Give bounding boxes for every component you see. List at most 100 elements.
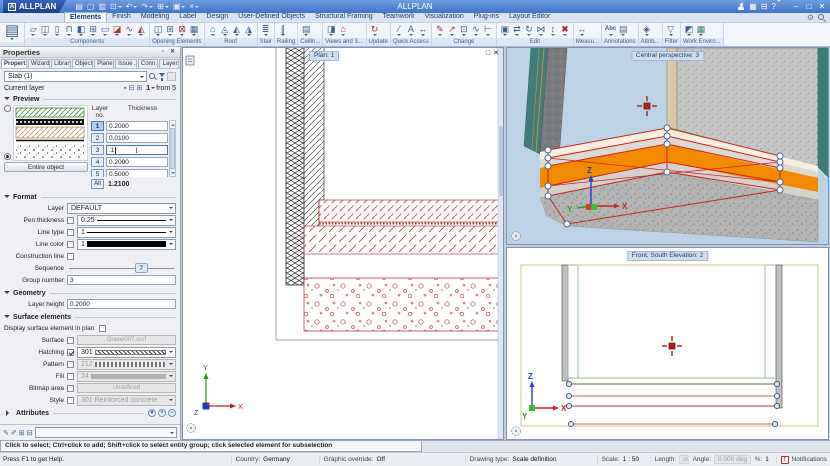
bitmap-area-button[interactable]: Undefined: [77, 383, 176, 393]
ceiling-icon[interactable]: ▤: [300, 24, 312, 38]
display-surface-checkbox[interactable]: [99, 325, 106, 332]
bitmap-area-checkbox[interactable]: [67, 385, 74, 392]
layer-number-button[interactable]: 4: [91, 157, 104, 167]
style-select[interactable]: 301 Reinforced concrete: [77, 395, 176, 406]
element-select[interactable]: Slab (1): [4, 71, 147, 82]
transfer-parameters-icon[interactable]: ✐: [11, 429, 17, 437]
viewport-plan[interactable]: Plan: 1 □ ✕: [182, 47, 504, 440]
settings-gear-icon[interactable]: ⚙: [807, 14, 814, 22]
viewport-elevation-tab[interactable]: Front, South Elevation: 2: [627, 251, 709, 261]
layer-number-button[interactable]: 3: [91, 145, 104, 155]
attributes-icon[interactable]: ◈: [641, 24, 653, 38]
ribbon-tab-teamwork[interactable]: Teamwork: [378, 12, 420, 22]
measure-icon[interactable]: ↔: [576, 24, 588, 38]
layer-next-icon[interactable]: ⊞: [136, 84, 142, 92]
viewport-maximize-button[interactable]: □: [486, 50, 490, 58]
panel-tab-issue[interactable]: Issue ...: [115, 59, 137, 68]
filter-selection-icon[interactable]: [159, 73, 165, 81]
undo-icon[interactable]: ↶: [125, 3, 139, 11]
layer-number-button[interactable]: 2: [91, 133, 104, 143]
layer-number-button[interactable]: 5: [91, 169, 104, 177]
sequence-slider[interactable]: 7: [67, 263, 176, 274]
scroll-up-icon[interactable]: [170, 121, 175, 127]
text-label-icon[interactable]: Abc: [604, 24, 617, 38]
match-icon[interactable]: ↗: [446, 24, 458, 38]
entire-object-button[interactable]: Entire object: [4, 162, 88, 172]
panel-tab-library[interactable]: Library: [51, 59, 71, 68]
line-type-checkbox[interactable]: [67, 229, 74, 236]
remove-attribute-icon[interactable]: −: [168, 409, 176, 417]
pattern-select[interactable]: 212: [77, 359, 176, 370]
thickness-input[interactable]: 0.2000: [106, 157, 168, 167]
hatching-checkbox[interactable]: [67, 349, 74, 356]
restore-button[interactable]: □: [804, 2, 814, 11]
entire-object-radio[interactable]: [4, 153, 11, 160]
layer-height-input[interactable]: 0.2000: [67, 299, 176, 309]
layer-all-button[interactable]: All: [91, 179, 104, 189]
project-open-icon[interactable]: ▤: [74, 3, 84, 11]
profile-wall-icon[interactable]: ◫: [39, 24, 51, 38]
layer-list-icon[interactable]: ▪: [124, 85, 126, 92]
section-attributes[interactable]: Attributes ▾+−: [4, 409, 176, 417]
surface-checkbox[interactable]: [67, 337, 74, 344]
slab-icon[interactable]: ▭: [99, 24, 111, 38]
downstand-beam-icon[interactable]: ⊓: [63, 24, 75, 38]
fill-select[interactable]: 24: [77, 371, 176, 382]
scroll-down-icon[interactable]: [170, 170, 175, 176]
ribbon-tab-layout-editor[interactable]: Layout Editor: [504, 12, 555, 22]
tools-icon[interactable]: ×: [188, 3, 200, 11]
text-tool-icon[interactable]: A: [405, 24, 417, 38]
column-icon[interactable]: ▯: [51, 24, 63, 38]
scrollbar-thumb[interactable]: [170, 128, 175, 169]
allplan-connect-icon[interactable]: ▦: [749, 2, 757, 11]
viewport-elevation[interactable]: Front, South Elevation: 2: [506, 247, 829, 440]
window-opening-icon[interactable]: ⊞: [164, 24, 176, 38]
railing-icon[interactable]: ∥: [277, 24, 289, 38]
ribbon-tab-structural-framing[interactable]: Structural Framing: [310, 12, 378, 22]
foundation-icon[interactable]: ∿: [123, 24, 135, 38]
surface-file-button[interactable]: Gravel007.surf: [77, 335, 176, 345]
properties-palette-icon[interactable]: ▤: [4, 23, 20, 42]
minimize-button[interactable]: –: [791, 2, 801, 11]
window-icon[interactable]: ⊞: [87, 24, 99, 38]
workspace-icon[interactable]: ◩: [683, 24, 695, 38]
convert-component-icon[interactable]: ◭: [135, 24, 147, 38]
drawing-file-icon[interactable]: [186, 56, 194, 65]
paste-icon[interactable]: ▣: [172, 3, 187, 11]
smart-opening-icon[interactable]: ⊠: [176, 24, 188, 38]
viewport-perspective-tab[interactable]: Central perspective: 3: [631, 51, 704, 61]
layer-number-button[interactable]: 1: [91, 121, 104, 131]
zoom-to-selection-icon[interactable]: [149, 73, 157, 81]
wall-icon[interactable]: ▱: [27, 24, 39, 38]
thickness-input[interactable]: 0.2000: [106, 121, 168, 131]
allplan-shop-icon[interactable]: ⊟: [761, 2, 768, 11]
save-favorite-icon[interactable]: ⊟: [27, 429, 33, 437]
current-layer-value[interactable]: 1: [146, 85, 150, 92]
subselection-icon[interactable]: [167, 72, 176, 81]
hatching-select[interactable]: 301: [77, 347, 176, 358]
ribbon-tab-design[interactable]: Design: [201, 12, 233, 22]
section-geometry[interactable]: Geometry: [4, 289, 176, 297]
panel-tab-wizards[interactable]: Wizards: [28, 59, 50, 68]
stretch-icon[interactable]: ∿: [470, 24, 482, 38]
line-color-select[interactable]: 1: [77, 239, 176, 250]
ribbon-tab-elements[interactable]: Elements: [64, 12, 107, 22]
view-icon[interactable]: ◨: [325, 24, 337, 38]
navigation-dial-icon[interactable]: [512, 427, 521, 436]
sequence-slider-thumb[interactable]: 7: [135, 263, 148, 273]
viewport-perspective[interactable]: Central perspective: 3: [506, 47, 829, 245]
print-icon[interactable]: ⊡: [109, 3, 123, 11]
copy-edit-icon[interactable]: ⊡: [458, 24, 470, 38]
panel-tab-propert[interactable]: Propert...: [1, 59, 27, 68]
environment-icon[interactable]: ▦: [695, 24, 707, 38]
thickness-scrollbar[interactable]: [169, 120, 176, 177]
layer-radio-top[interactable]: [4, 105, 11, 112]
line-type-select[interactable]: 1: [77, 227, 176, 238]
panel-tab-planes[interactable]: Planes: [94, 59, 114, 68]
roof-frame-icon[interactable]: ◭: [231, 24, 243, 38]
pen-thickness-select[interactable]: 0.25: [77, 215, 176, 226]
roof-plane-icon[interactable]: ⌂: [207, 24, 219, 38]
auto-hide-pin-button[interactable]: ▫: [160, 48, 166, 57]
section-preview[interactable]: Preview: [4, 95, 176, 103]
notifications-icon[interactable]: !: [781, 456, 789, 464]
